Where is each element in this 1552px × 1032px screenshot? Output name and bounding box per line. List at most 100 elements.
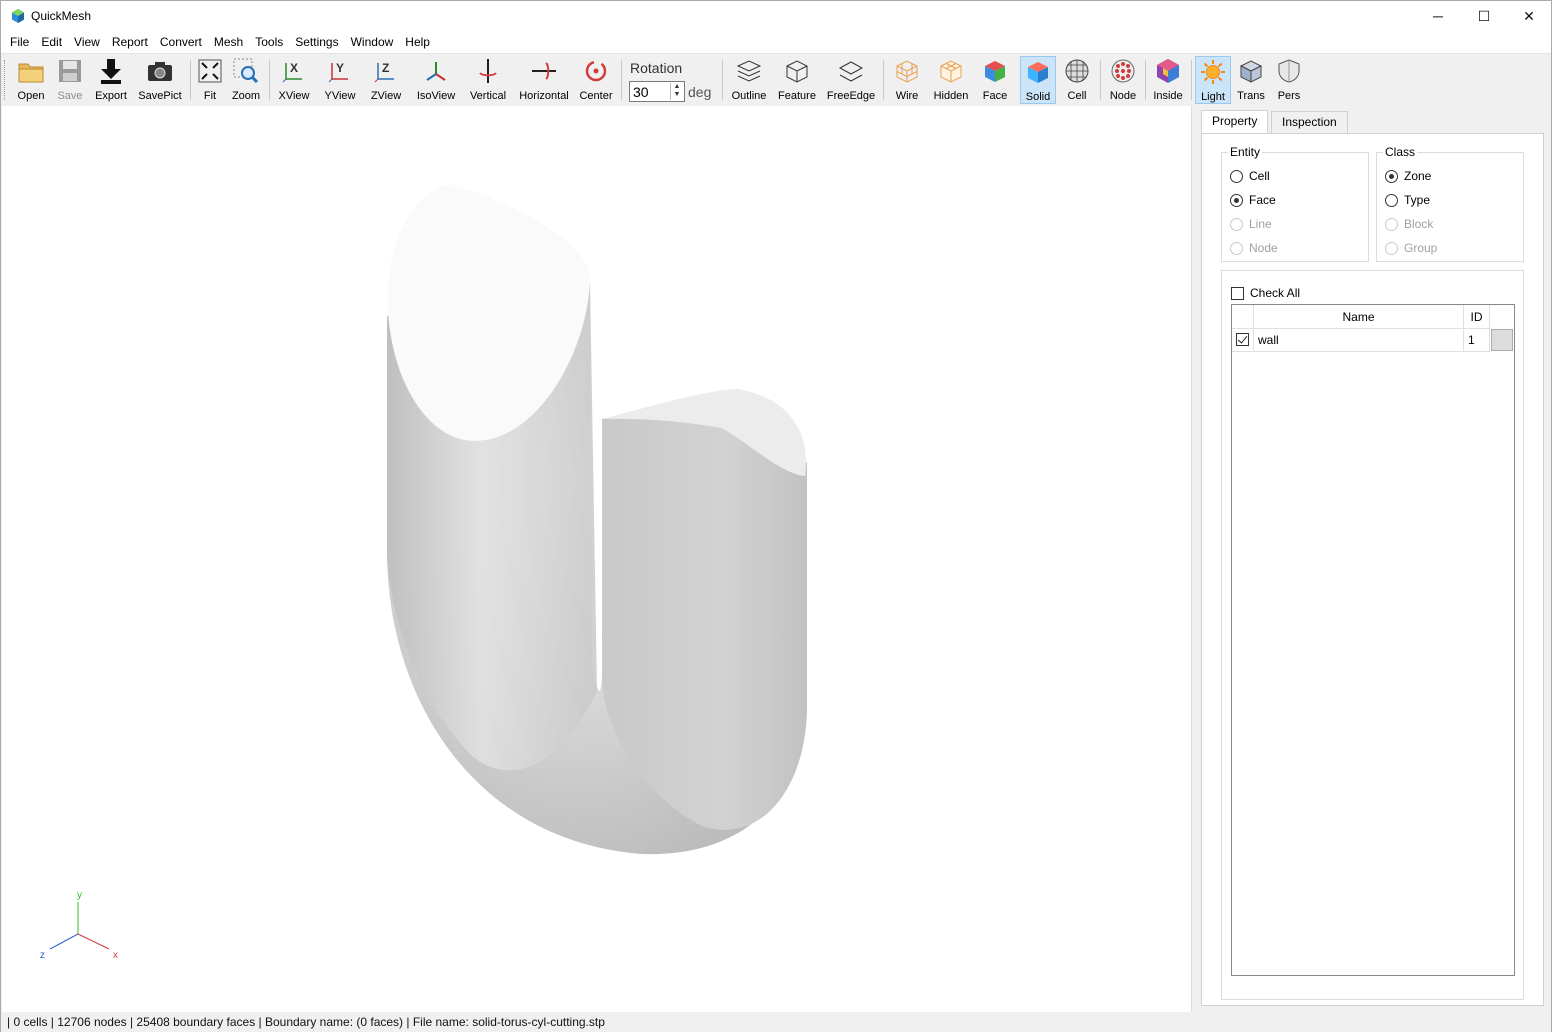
face-button[interactable]: Face (977, 56, 1013, 104)
yview-button[interactable]: Y YView (321, 56, 359, 104)
tab-inspection[interactable]: Inspection (1271, 111, 1348, 133)
tab-property[interactable]: Property (1201, 110, 1269, 133)
cell-label: Cell (1067, 90, 1087, 102)
app-window: QuickMesh ─ ☐ ✕ File Edit View Report Co… (0, 0, 1552, 1032)
class-group: Class Zone Type Block Group (1376, 145, 1524, 262)
freeedge-label: FreeEdge (826, 90, 876, 102)
class-radio-group[interactable]: Group (1385, 241, 1437, 255)
3d-viewport[interactable]: y x z (2, 106, 1192, 1012)
open-label: Open (17, 90, 45, 102)
entity-radio-cell[interactable]: Cell (1230, 169, 1270, 183)
entity-line-label: Line (1249, 217, 1272, 231)
table-row-name[interactable]: wall (1254, 329, 1464, 352)
menu-view[interactable]: View (68, 31, 106, 53)
radio-icon (1385, 193, 1398, 207)
solid-button[interactable]: Solid (1020, 56, 1056, 104)
free-edge-icon (838, 61, 864, 82)
savepict-button[interactable]: SavePict (135, 56, 185, 104)
zoom-button[interactable]: Zoom (229, 56, 263, 104)
maximize-button[interactable]: ☐ (1461, 1, 1507, 31)
solid-cube-icon (1028, 62, 1048, 83)
feature-button[interactable]: Feature (775, 56, 819, 104)
spin-down-icon: ▼ (673, 91, 681, 98)
minimize-icon: ─ (1433, 8, 1443, 24)
menu-edit[interactable]: Edit (35, 31, 68, 53)
toolbar-grip[interactable] (4, 60, 7, 100)
toolbar-separator (722, 60, 723, 100)
light-button[interactable]: Light (1195, 56, 1231, 104)
node-button[interactable]: Node (1105, 56, 1141, 104)
menu-file[interactable]: File (4, 31, 35, 53)
save-button[interactable]: Save (53, 56, 87, 104)
fit-button[interactable]: Fit (195, 56, 225, 104)
checkbox-icon (1231, 286, 1244, 300)
horizontal-button[interactable]: Horizontal (517, 56, 571, 104)
open-button[interactable]: Open (13, 56, 49, 104)
menu-tools[interactable]: Tools (249, 31, 289, 53)
menu-window[interactable]: Window (345, 31, 400, 53)
radio-icon (1230, 217, 1243, 231)
iso-view-icon (426, 62, 446, 81)
entity-radio-node[interactable]: Node (1230, 241, 1278, 255)
y-axis-view-icon: Y (328, 61, 348, 83)
vertical-button[interactable]: Vertical (467, 56, 509, 104)
window-title: QuickMesh (31, 9, 92, 23)
export-label: Export (95, 90, 127, 102)
hidden-button[interactable]: Hidden (929, 56, 973, 104)
axis-x-label: x (113, 950, 118, 961)
export-button[interactable]: Export (91, 56, 131, 104)
entity-radio-face[interactable]: Face (1230, 193, 1276, 207)
wire-button[interactable]: Wire (889, 56, 925, 104)
freeedge-button[interactable]: FreeEdge (825, 56, 877, 104)
close-icon: ✕ (1523, 7, 1535, 24)
table-row-color-swatch[interactable] (1491, 329, 1513, 351)
center-button[interactable]: Center (577, 56, 615, 104)
toolbar-separator (883, 60, 884, 100)
xview-button[interactable]: X XView (275, 56, 313, 104)
table-row-check[interactable] (1232, 329, 1254, 352)
class-radio-zone[interactable]: Zone (1385, 169, 1431, 183)
radio-icon (1385, 217, 1398, 231)
xview-label: XView (278, 90, 310, 102)
svg-text:X: X (290, 61, 298, 75)
horizontal-label: Horizontal (519, 90, 569, 102)
table-row-id[interactable]: 1 (1464, 329, 1490, 352)
app-logo-icon (12, 9, 24, 23)
cell-button[interactable]: Cell (1059, 56, 1095, 104)
minimize-button[interactable]: ─ (1415, 1, 1461, 31)
feature-edge-icon (786, 60, 808, 83)
menu-help[interactable]: Help (399, 31, 436, 53)
radio-checked-icon (1385, 169, 1398, 183)
check-all-checkbox[interactable]: Check All (1231, 286, 1300, 300)
class-block-label: Block (1404, 217, 1434, 231)
class-radio-type[interactable]: Type (1385, 193, 1430, 207)
menu-mesh[interactable]: Mesh (208, 31, 249, 53)
menu-settings[interactable]: Settings (289, 31, 344, 53)
trans-button[interactable]: Trans (1235, 56, 1267, 104)
savepict-label: SavePict (138, 90, 182, 102)
model-render: y x z (40, 184, 807, 961)
isoview-button[interactable]: IsoView (413, 56, 459, 104)
trans-label: Trans (1237, 90, 1265, 102)
inside-button[interactable]: Inside (1150, 56, 1186, 104)
grid-header-id[interactable]: ID (1464, 305, 1490, 329)
menu-convert[interactable]: Convert (154, 31, 208, 53)
class-zone-label: Zone (1404, 169, 1432, 183)
radio-icon (1385, 241, 1398, 255)
svg-text:Z: Z (382, 61, 389, 75)
zview-button[interactable]: Z ZView (367, 56, 405, 104)
pers-button[interactable]: Pers (1273, 56, 1305, 104)
close-button[interactable]: ✕ (1506, 1, 1552, 31)
toolbar-separator (190, 60, 191, 100)
tab-inspection-label: Inspection (1282, 115, 1337, 129)
rotation-spinner[interactable]: ▲ ▼ (670, 83, 683, 100)
class-radio-block[interactable]: Block (1385, 217, 1433, 231)
outline-button[interactable]: Outline (729, 56, 769, 104)
entity-radio-line[interactable]: Line (1230, 217, 1272, 231)
face-label: Face (982, 90, 1008, 102)
rotation-input[interactable]: 30 ▲ ▼ (629, 81, 685, 102)
grid-header-name[interactable]: Name (1254, 305, 1464, 329)
title-bar: QuickMesh ─ ☐ ✕ (1, 1, 1551, 31)
menu-report[interactable]: Report (106, 31, 154, 53)
check-all-label: Check All (1250, 286, 1301, 300)
